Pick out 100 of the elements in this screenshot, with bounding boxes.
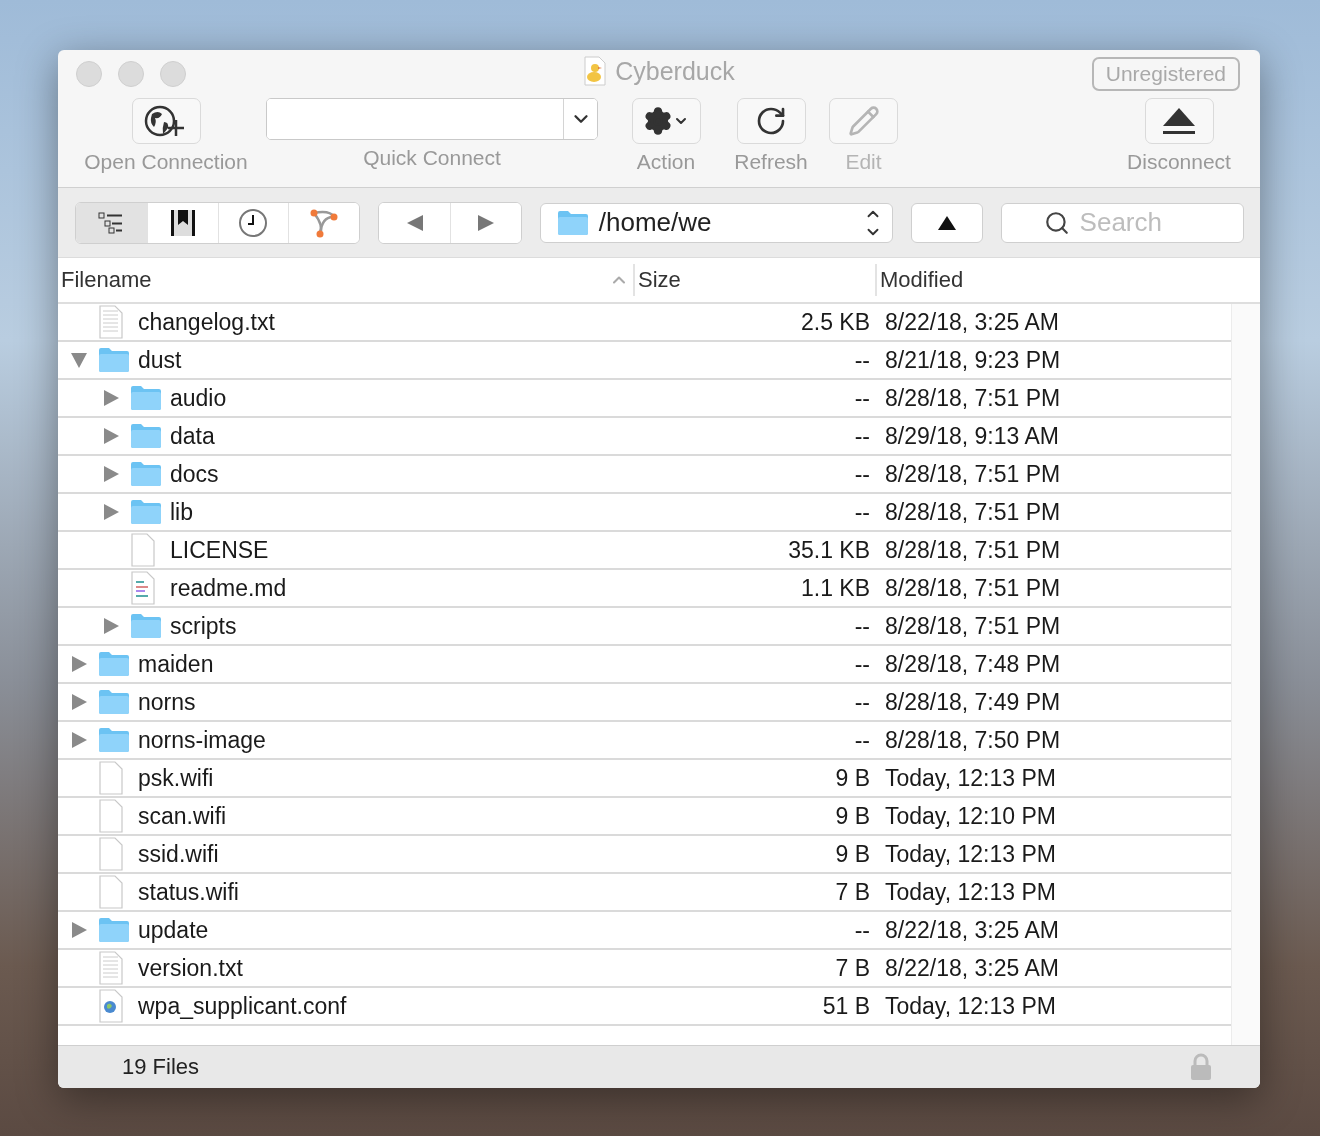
disclosure-triangle-icon[interactable]	[102, 389, 120, 407]
folder-icon	[98, 727, 130, 753]
file-name: version.txt	[138, 954, 243, 982]
folder-icon	[98, 917, 130, 943]
toolbar-label: Disconnect	[1127, 150, 1231, 174]
file-name: ssid.wifi	[138, 840, 219, 868]
duck-document-icon	[583, 56, 608, 86]
file-size: 9 B	[834, 802, 870, 830]
toolbar-label: Edit	[845, 150, 882, 174]
file-name: lib	[170, 498, 193, 526]
left-triangle-icon	[405, 213, 424, 232]
folder-icon	[130, 423, 162, 449]
up-triangle-icon	[936, 214, 957, 231]
blank-document-icon	[98, 875, 124, 909]
toolbar-label: Action	[636, 150, 696, 174]
pencil-icon	[847, 105, 880, 137]
file-size: 35.1 KB	[787, 536, 870, 564]
folder-icon	[130, 385, 162, 411]
blank-document-icon	[130, 533, 156, 567]
eject-icon	[1162, 107, 1196, 135]
blank-document-icon	[98, 761, 124, 795]
blank-document-icon	[98, 799, 124, 833]
window-title: Cyberduck	[615, 56, 735, 86]
modified-date: 8/28/18, 7:48 PM	[884, 650, 1062, 678]
modified-date: 8/28/18, 7:51 PM	[884, 612, 1062, 640]
document-icon	[98, 951, 124, 985]
modified-date: 8/22/18, 3:25 AM	[884, 308, 1060, 336]
search-icon	[1043, 209, 1070, 236]
disclosure-triangle-icon[interactable]	[102, 503, 120, 521]
blank-document-icon	[98, 837, 124, 871]
file-size: 51 B	[821, 992, 870, 1020]
search-field[interactable]: Search	[1000, 202, 1244, 243]
lock-icon	[1190, 1053, 1212, 1081]
disclosure-triangle-icon[interactable]	[70, 731, 88, 749]
file-size: --	[853, 916, 870, 944]
document-icon	[130, 571, 156, 605]
modified-date: 8/22/18, 3:25 AM	[884, 916, 1060, 944]
unregistered-badge: Unregistered	[1091, 57, 1240, 91]
file-name: readme.md	[170, 574, 287, 602]
status-text: 19 Files	[122, 1054, 200, 1080]
file-name: wpa_supplicant.conf	[138, 992, 347, 1020]
toolbar-button[interactable]	[131, 98, 201, 144]
disclosure-triangle-icon[interactable]	[102, 617, 120, 635]
parent-folder-button[interactable]	[910, 202, 983, 243]
file-size: --	[853, 688, 870, 716]
modified-date: Today, 12:10 PM	[884, 802, 1057, 830]
modified-date: 8/22/18, 3:25 AM	[884, 954, 1060, 982]
folder-icon	[130, 461, 162, 487]
modified-date: 8/28/18, 7:50 PM	[884, 726, 1062, 754]
disclosure-triangle-icon[interactable]	[70, 693, 88, 711]
file-size: --	[853, 384, 870, 412]
disclosure-triangle-icon[interactable]	[102, 427, 120, 445]
modified-date: 8/28/18, 7:51 PM	[884, 498, 1062, 526]
file-size: --	[853, 346, 870, 374]
toolbar-button[interactable]	[736, 98, 806, 144]
toolbar-label: Open Connection	[84, 150, 248, 174]
document-icon	[98, 305, 124, 339]
toolbar-button[interactable]	[631, 98, 701, 144]
file-size: 7 B	[834, 878, 870, 906]
folder-icon	[98, 347, 130, 373]
file-name: scripts	[170, 612, 237, 640]
file-name: scan.wifi	[138, 802, 227, 830]
modified-date: 8/21/18, 9:23 PM	[884, 346, 1062, 374]
modified-date: 8/28/18, 7:51 PM	[884, 384, 1062, 412]
folder-icon	[130, 499, 162, 525]
dropdown-button[interactable]	[563, 99, 597, 139]
gear-icon	[643, 106, 689, 136]
disclosure-triangle-icon[interactable]	[102, 465, 120, 483]
disclosure-triangle-icon[interactable]	[70, 351, 88, 369]
file-size: 9 B	[834, 840, 870, 868]
file-size: 7 B	[834, 954, 870, 982]
file-name: data	[170, 422, 215, 450]
modified-date: Today, 12:13 PM	[884, 764, 1057, 792]
quick-connect-field[interactable]	[266, 98, 598, 140]
file-name: norns-image	[138, 726, 266, 754]
modified-date: 8/28/18, 7:51 PM	[884, 574, 1062, 602]
file-size: --	[853, 498, 870, 526]
modified-date: 8/28/18, 7:51 PM	[884, 536, 1062, 564]
file-size: --	[853, 726, 870, 754]
file-name: norns	[138, 688, 196, 716]
file-size: 9 B	[834, 764, 870, 792]
file-size: 1.1 KB	[799, 574, 870, 602]
clock-icon	[238, 207, 269, 238]
file-name: update	[138, 916, 209, 944]
disclosure-triangle-icon[interactable]	[70, 655, 88, 673]
right-triangle-icon	[476, 213, 495, 232]
refresh-icon	[755, 105, 787, 137]
modified-date: 8/28/18, 7:49 PM	[884, 688, 1062, 716]
forward-button[interactable]	[449, 202, 521, 243]
folder-icon	[130, 613, 162, 639]
path-popup[interactable]: /home/we	[539, 202, 893, 243]
modified-date: 8/29/18, 9:13 AM	[884, 422, 1060, 450]
globe-document-icon	[98, 989, 124, 1023]
file-size: --	[853, 612, 870, 640]
file-name: LICENSE	[170, 536, 269, 564]
folder-icon	[98, 689, 130, 715]
bookmark-icon	[169, 208, 196, 237]
toolbar-button[interactable]	[1144, 98, 1214, 144]
modified-date: Today, 12:13 PM	[884, 878, 1057, 906]
disclosure-triangle-icon[interactable]	[70, 921, 88, 939]
